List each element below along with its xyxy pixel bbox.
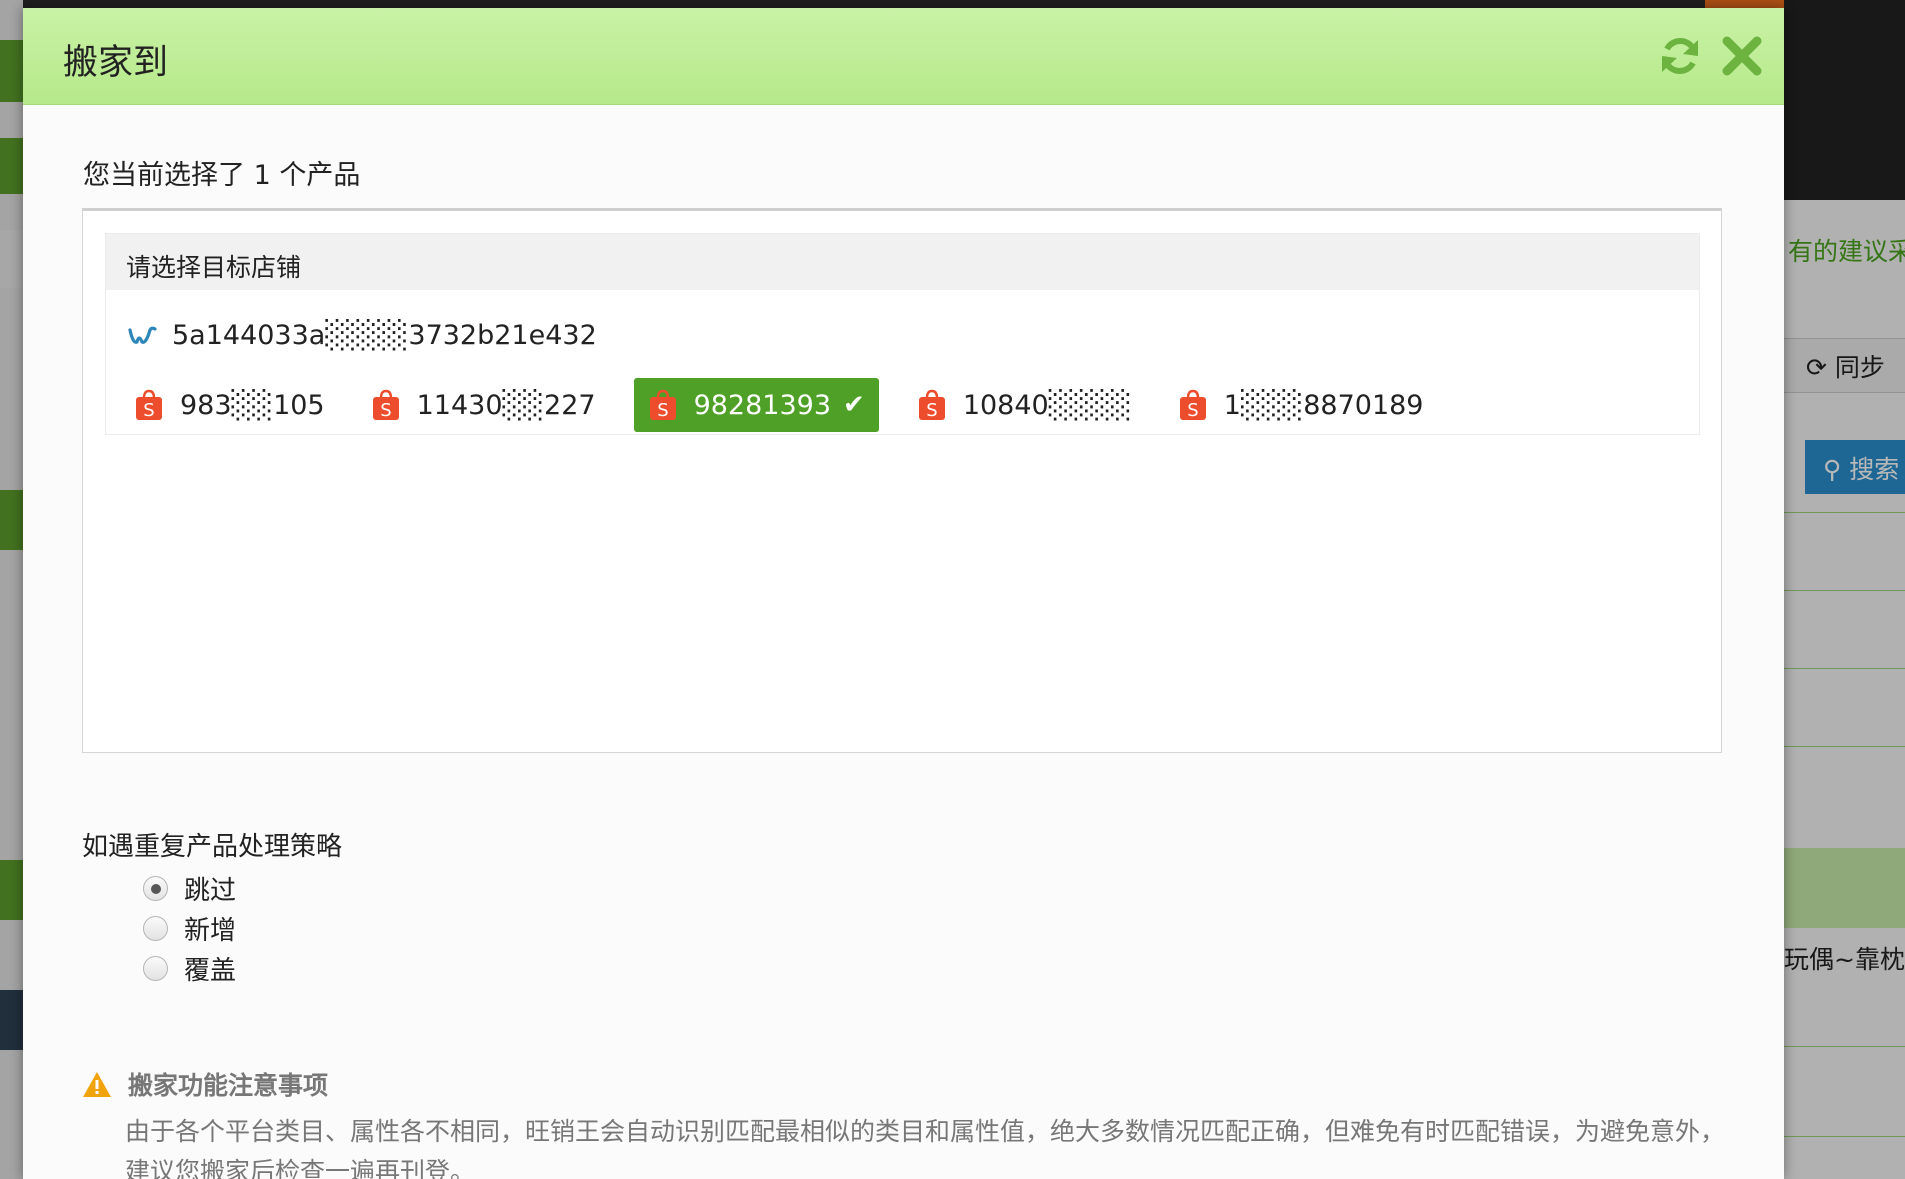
svg-text:S: S bbox=[926, 400, 937, 421]
shopee-store-item[interactable]: S 10840░░░░ bbox=[909, 378, 1140, 432]
dialog-header: 搬家到 bbox=[23, 8, 1784, 105]
shopee-bag-icon: S bbox=[136, 389, 162, 421]
shopee-store-name: 11430░░227 bbox=[416, 389, 596, 421]
radio-button[interactable] bbox=[143, 916, 168, 941]
strategy-option-label: 覆盖 bbox=[184, 956, 237, 986]
svg-text:S: S bbox=[143, 400, 154, 421]
shopee-store-name: 10840░░░░ bbox=[962, 389, 1132, 421]
shopee-store-name: 983░░105 bbox=[180, 389, 325, 421]
store-picker-panel: 请选择目标店铺 5a144033a░░░░3732b21e432 S 983░░… bbox=[82, 208, 1722, 753]
shopee-store-item[interactable]: S 1░░░8870189 bbox=[1170, 378, 1432, 432]
wish-logo-icon bbox=[128, 326, 157, 344]
radio-button[interactable] bbox=[143, 876, 168, 901]
shopee-bag-icon: S bbox=[918, 389, 945, 421]
wish-store-item[interactable]: 5a144033a░░░░3732b21e432 bbox=[128, 320, 597, 351]
dialog-title: 搬家到 bbox=[63, 43, 169, 83]
shopee-store-list: S 983░░105 S 11430░░227 S 98281393 ✔ S 1… bbox=[126, 378, 1461, 432]
radio-button[interactable] bbox=[143, 956, 168, 981]
duplicate-strategy-label: 如遇重复产品处理策略 bbox=[82, 832, 343, 862]
shopee-store-item[interactable]: S 11430░░227 bbox=[363, 378, 604, 432]
svg-text:S: S bbox=[657, 400, 668, 421]
shopee-store-item-selected[interactable]: S 98281393 ✔ bbox=[633, 378, 879, 432]
close-icon[interactable] bbox=[1720, 34, 1764, 78]
svg-text:S: S bbox=[1187, 400, 1198, 421]
move-to-dialog: 搬家到 您当前选择了 1 个产品 请选择目标店铺 5a144033a░░░░37… bbox=[23, 8, 1784, 1179]
strategy-option-label: 跳过 bbox=[184, 876, 237, 906]
shopee-store-name: 98281393 bbox=[693, 389, 832, 421]
refresh-icon[interactable] bbox=[1658, 34, 1702, 78]
shopee-bag-icon: S bbox=[1179, 389, 1206, 421]
shopee-bag-icon: S bbox=[649, 389, 676, 421]
notice-heading: 搬家功能注意事项 bbox=[82, 1066, 328, 1102]
shopee-store-item[interactable]: S 983░░105 bbox=[126, 378, 333, 432]
strategy-option-overwrite[interactable]: 覆盖 bbox=[143, 950, 236, 987]
strategy-option-add[interactable]: 新增 bbox=[143, 910, 236, 947]
store-picker-heading: 请选择目标店铺 bbox=[106, 234, 1699, 290]
store-list: 请选择目标店铺 5a144033a░░░░3732b21e432 S 983░░… bbox=[105, 233, 1700, 435]
checkmark-icon: ✔ bbox=[843, 390, 865, 420]
notice-title: 搬家功能注意事项 bbox=[128, 1071, 329, 1100]
strategy-option-skip[interactable]: 跳过 bbox=[143, 870, 236, 907]
shopee-store-name: 1░░░8870189 bbox=[1223, 389, 1424, 421]
strategy-option-label: 新增 bbox=[184, 916, 237, 946]
svg-text:S: S bbox=[380, 400, 391, 421]
notice-body: 由于各个平台类目、属性各不相同，旺销王会自动识别匹配最相似的类目和属性值，绝大多… bbox=[125, 1117, 1726, 1179]
shopee-bag-icon: S bbox=[372, 389, 399, 421]
warning-icon bbox=[83, 1071, 111, 1097]
selected-product-count: 您当前选择了 1 个产品 bbox=[83, 160, 361, 191]
wish-store-name: 5a144033a░░░░3732b21e432 bbox=[172, 320, 597, 351]
